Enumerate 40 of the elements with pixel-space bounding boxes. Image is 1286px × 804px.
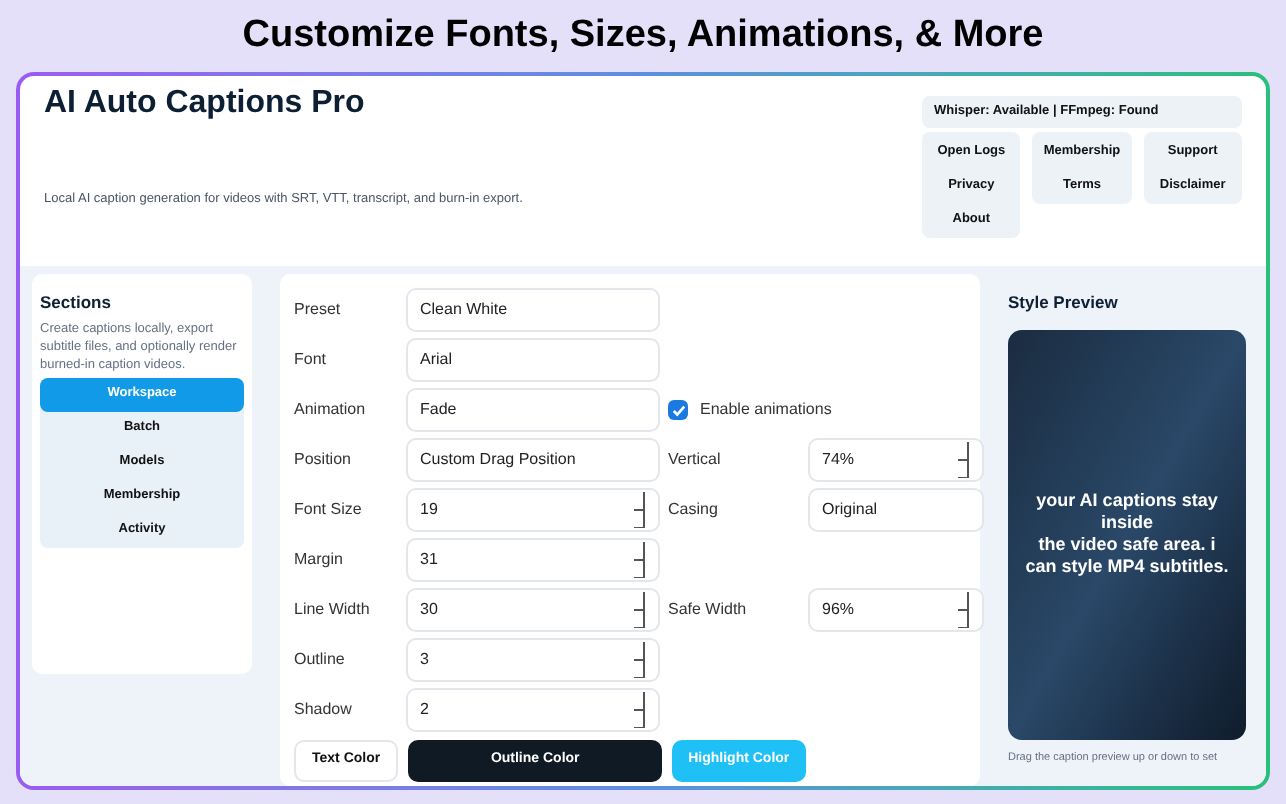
caption-preview[interactable]: your AI captions stay inside the video safe area. i can style MP4 subtitles. bbox=[1008, 329, 1246, 740]
banner-title: Customize Fonts, Sizes, Animations, & More bbox=[242, 11, 1044, 60]
input-field[interactable]: 3 bbox=[406, 638, 660, 682]
checkbox[interactable] bbox=[668, 400, 688, 420]
field-label: Animation bbox=[294, 398, 368, 422]
field-label: Line Width bbox=[294, 598, 372, 622]
input-field[interactable]: 2 bbox=[406, 688, 660, 732]
input-field[interactable]: 30 bbox=[406, 588, 660, 632]
stepper-icon[interactable] bbox=[632, 592, 646, 628]
preview-title: Style Preview bbox=[1008, 290, 1120, 316]
input-field[interactable]: 74% bbox=[808, 438, 984, 482]
check-icon bbox=[671, 403, 685, 417]
stepper-icon[interactable] bbox=[632, 642, 646, 678]
input-field[interactable]: 31 bbox=[406, 538, 660, 582]
field-label: Casing bbox=[668, 498, 720, 522]
stepper-icon[interactable] bbox=[632, 542, 646, 578]
field-label: Shadow bbox=[294, 698, 354, 722]
caption-text: the video safe area. i can style MP4 subtitles. bbox=[1024, 534, 1230, 579]
field-label: Margin bbox=[294, 548, 345, 572]
field-label: Outline bbox=[294, 648, 347, 672]
field-label: Preset bbox=[294, 298, 343, 322]
input-field[interactable]: 19 bbox=[406, 488, 660, 532]
input-field[interactable]: Clean White bbox=[406, 288, 660, 332]
field-label: Safe Width bbox=[668, 598, 749, 622]
sidebar-title: Sections bbox=[40, 290, 113, 316]
stepper-icon[interactable] bbox=[632, 692, 646, 728]
stepper-icon[interactable] bbox=[956, 592, 970, 628]
input-field[interactable]: 96% bbox=[808, 588, 984, 632]
input-field[interactable]: Custom Drag Position bbox=[406, 438, 660, 482]
field-label: Position bbox=[294, 448, 353, 472]
input-field[interactable]: Original bbox=[808, 488, 984, 532]
field-label: Font Size bbox=[294, 498, 364, 522]
field-label: Font bbox=[294, 348, 329, 372]
input-field[interactable]: Fade bbox=[406, 388, 660, 432]
input-field[interactable]: Arial bbox=[406, 338, 660, 382]
stepper-icon[interactable] bbox=[632, 492, 646, 528]
stepper-icon[interactable] bbox=[956, 442, 970, 478]
field-label: Vertical bbox=[668, 448, 723, 472]
app-title: AI Auto Captions Pro bbox=[44, 84, 367, 124]
checkbox-label: Enable animations bbox=[700, 398, 832, 422]
